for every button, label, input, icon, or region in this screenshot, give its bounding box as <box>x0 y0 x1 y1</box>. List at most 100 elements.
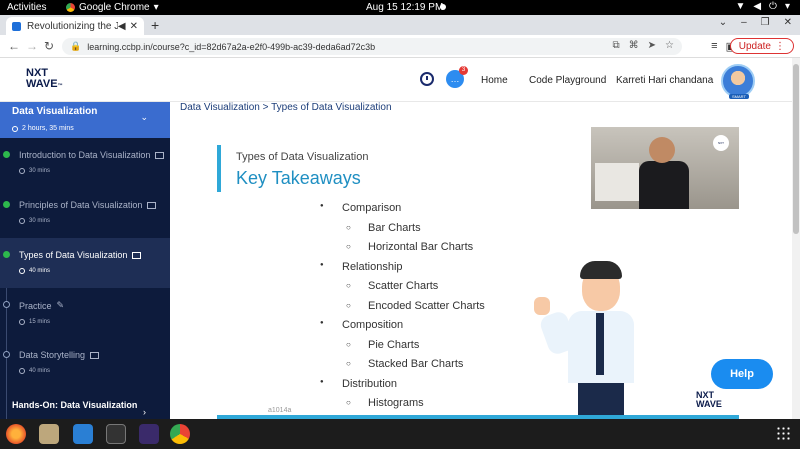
next-module-title[interactable]: Hands-On: Data Visualization <box>12 400 137 410</box>
slide-subtitle: Types of Data Visualization <box>236 151 369 163</box>
sidebar-item-label: Types of Data Visualization <box>19 250 128 260</box>
forward-icon[interactable]: → <box>26 39 38 53</box>
power-icon: ⏻ <box>769 1 777 12</box>
instructor-video[interactable]: NXT <box>591 127 739 209</box>
takeaway-item: Horizontal Bar Charts <box>320 241 485 261</box>
module-header[interactable]: Data Visualization 2 hours, 35 mins ⌄ <box>0 102 170 138</box>
takeaway-item: Pie Charts <box>320 339 485 359</box>
clock-icon <box>12 125 18 132</box>
user-avatar[interactable]: SMART <box>721 64 755 99</box>
book-icon <box>90 351 100 359</box>
breadcrumb[interactable]: Data Visualization > Types of Data Visua… <box>180 102 392 113</box>
share-icon[interactable]: ➤ <box>648 40 656 51</box>
sidebar-item-introduction[interactable]: Introduction to Data Visualization 30 mi… <box>0 138 170 188</box>
close-window-icon[interactable]: ✕ <box>784 17 792 28</box>
address-bar-row: ← → ↻ 🔒 learning.ccbp.in/course?c_id=82d… <box>0 35 800 58</box>
trademark-mark: ™ <box>57 83 63 89</box>
media-queue-icon[interactable]: ≡ <box>711 40 717 53</box>
chevron-down-icon: ▾ <box>784 1 790 12</box>
course-sidebar: Data Visualization 2 hours, 35 mins ⌄ In… <box>0 102 170 419</box>
volume-icon: ◀ <box>753 1 762 12</box>
takeaway-category: Composition <box>320 319 485 339</box>
sidebar-item-label: Principles of Data Visualization <box>19 200 143 210</box>
audio-icon: ◀ <box>117 20 126 32</box>
character-tie <box>596 313 604 375</box>
takeaway-category: Distribution <box>320 378 485 398</box>
minimize-icon[interactable]: – <box>741 17 747 28</box>
nav-code-playground[interactable]: Code Playground <box>529 75 606 86</box>
sidebar-item-mins: 30 mins <box>29 168 51 174</box>
instructor-body <box>639 161 689 209</box>
update-button[interactable]: Update ⋮ <box>729 38 794 54</box>
slide-accent-bar <box>217 145 221 192</box>
takeaway-item: Bar Charts <box>320 222 485 242</box>
nxtwave-logo[interactable]: NXT WAVE™ <box>26 68 63 92</box>
text-editor-icon[interactable] <box>73 424 93 444</box>
pending-icon <box>3 301 10 308</box>
sidebar-item-types[interactable]: Types of Data Visualization 40 mins <box>0 238 170 288</box>
lock-icon: 🔒 <box>70 41 82 51</box>
notification-badge: 3 <box>459 66 468 75</box>
url-text: learning.ccbp.in/course?c_id=82d67a2a-e2… <box>87 41 376 52</box>
sidebar-item-label: Introduction to Data Visualization <box>19 150 151 160</box>
site-header: NXT WAVE™ … 3 Home Code Playground Karret… <box>0 58 792 102</box>
translate-icon[interactable]: ⌘ <box>629 40 639 51</box>
takeaway-category: Comparison <box>320 202 485 222</box>
activities-button[interactable]: Activities <box>7 2 46 13</box>
chevron-right-icon[interactable]: › <box>143 407 146 417</box>
browser-tab[interactable]: Revolutionizing the Jo ◀ ✕ <box>6 17 144 35</box>
app-menu[interactable]: Google Chrome ▾ <box>66 2 159 13</box>
firefox-icon[interactable] <box>6 424 26 444</box>
module-duration: 2 hours, 35 mins <box>22 125 74 132</box>
thumbs-up-icon <box>534 297 550 315</box>
clock-icon <box>19 168 25 174</box>
takeaway-item: Scatter Charts <box>320 280 485 300</box>
new-tab-button[interactable]: + <box>151 17 159 33</box>
url-field[interactable]: 🔒 learning.ccbp.in/course?c_id=82d67a2a-… <box>62 38 682 55</box>
files-icon[interactable] <box>39 424 59 444</box>
completed-icon <box>3 151 10 158</box>
timer-icon[interactable] <box>420 72 434 86</box>
chat-icon[interactable]: … 3 <box>446 66 468 88</box>
takeaway-item: Stacked Bar Charts <box>320 358 485 378</box>
thumbs-up-character-illustration <box>530 257 660 419</box>
chrome-icon[interactable] <box>170 424 190 444</box>
sidebar-item-practice[interactable]: Practice ✎ 15 mins <box>0 288 170 338</box>
watermark-logo-line2: WAVE <box>696 399 722 409</box>
bookmark-star-icon[interactable]: ☆ <box>665 40 674 51</box>
restore-icon[interactable]: ❐ <box>761 17 770 28</box>
sidebar-item-mins: 30 mins <box>29 218 51 224</box>
scrollbar-thumb[interactable] <box>793 64 799 234</box>
monitor-image <box>595 163 639 201</box>
pencil-icon: ✎ <box>56 300 65 310</box>
sidebar-item-storytelling[interactable]: Data Storytelling 40 mins <box>0 338 170 388</box>
back-icon[interactable]: ← <box>8 39 20 53</box>
taskbar <box>0 419 800 449</box>
update-label: Update <box>738 40 771 52</box>
help-button[interactable]: Help <box>711 359 773 389</box>
window-controls: ⌄ – ❐ ✕ <box>719 17 792 28</box>
page-scrollbar[interactable] <box>792 58 800 419</box>
system-clock[interactable]: Aug 15 12:19 PM <box>366 2 443 13</box>
user-name[interactable]: Karreti Hari chandana <box>616 75 713 86</box>
nxtwave-badge-icon: NXT <box>713 135 729 151</box>
reload-icon[interactable]: ↻ <box>44 39 54 53</box>
recording-indicator-icon <box>440 4 446 10</box>
tab-title: Revolutionizing the Jo <box>27 20 118 32</box>
clock-icon <box>19 368 25 374</box>
book-icon <box>147 201 157 209</box>
system-top-bar: Activities Google Chrome ▾ Aug 15 12:19 P… <box>0 0 800 15</box>
sidebar-item-principles[interactable]: Principles of Data Visualization 30 mins <box>0 188 170 238</box>
chevron-down-icon[interactable]: ⌄ <box>140 112 148 123</box>
terminal-icon[interactable] <box>106 424 126 444</box>
app-icon[interactable] <box>139 424 159 444</box>
favicon-icon <box>12 21 21 31</box>
takeaway-item: Encoded Scatter Charts <box>320 300 485 320</box>
system-tray[interactable]: ▼ ◀ ⏻ ▾ <box>735 1 790 12</box>
show-apps-grid-icon[interactable] <box>776 426 790 440</box>
tab-search-icon[interactable]: ⌄ <box>719 17 727 28</box>
nav-home[interactable]: Home <box>481 75 508 86</box>
close-tab-icon[interactable]: ✕ <box>130 21 138 32</box>
install-icon[interactable]: ⧉ <box>613 40 620 51</box>
wifi-icon: ▼ <box>735 1 746 12</box>
